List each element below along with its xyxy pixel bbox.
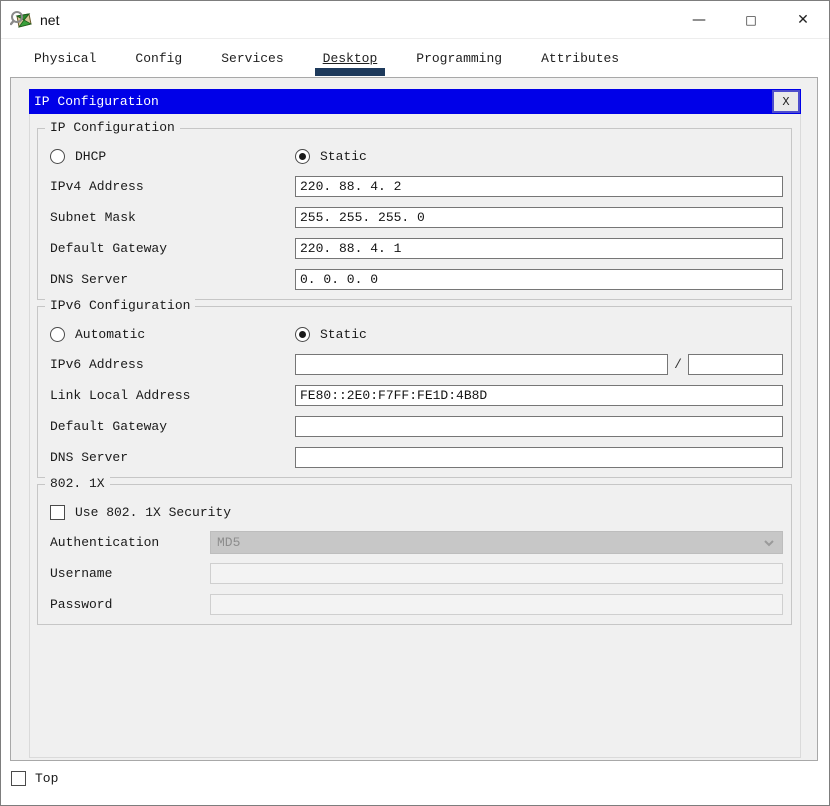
- ipv6-dns-server-label: DNS Server: [50, 450, 295, 465]
- prefix-separator: /: [668, 357, 688, 372]
- checkbox-unchecked-icon[interactable]: [50, 505, 65, 520]
- maximize-button[interactable]: □: [725, 1, 777, 39]
- ipv6-address-input[interactable]: [295, 354, 668, 375]
- ip-configuration-group: IP Configuration DHCP Static IPv4 Addres…: [37, 128, 792, 300]
- ipv6-prefix-input[interactable]: [688, 354, 783, 375]
- ipv6-static-radio[interactable]: Static: [295, 327, 367, 342]
- use-dot1x-security-checkbox[interactable]: Use 802. 1X Security: [50, 505, 231, 520]
- subnet-mask-input[interactable]: [295, 207, 783, 228]
- authentication-dropdown[interactable]: MD5: [210, 531, 783, 554]
- tab-services[interactable]: Services: [218, 49, 286, 68]
- password-label: Password: [50, 597, 210, 612]
- password-row: Password: [46, 589, 783, 620]
- ipv6-mode-row: Automatic Static: [46, 319, 783, 349]
- window-title: net: [40, 12, 59, 28]
- group-title: IP Configuration: [45, 120, 180, 135]
- default-gateway-row: Default Gateway: [46, 233, 783, 264]
- username-label: Username: [50, 566, 210, 581]
- group-title: IPv6 Configuration: [45, 298, 195, 313]
- dns-server-row: DNS Server: [46, 264, 783, 295]
- chevron-down-icon: [762, 536, 776, 550]
- window-controls: — □ ✕: [673, 1, 829, 39]
- password-input[interactable]: [210, 594, 783, 615]
- dialog-title-bar: IP Configuration X: [29, 89, 801, 114]
- authentication-label: Authentication: [50, 535, 210, 550]
- authentication-value: MD5: [217, 535, 240, 550]
- ip-configuration-dialog: IP Configuration X IP Configuration DHCP: [29, 89, 801, 758]
- radio-checked-icon[interactable]: [295, 327, 310, 342]
- tab-bar: Physical Config Services Desktop Program…: [1, 39, 829, 77]
- packet-tracer-icon: [10, 10, 32, 30]
- top-checkbox[interactable]: [11, 771, 26, 786]
- username-input[interactable]: [210, 563, 783, 584]
- default-gateway-label: Default Gateway: [50, 241, 295, 256]
- close-button[interactable]: ✕: [777, 1, 829, 39]
- dialog-close-button[interactable]: X: [772, 90, 800, 113]
- authentication-row: Authentication MD5: [46, 527, 783, 558]
- dialog-title: IP Configuration: [34, 94, 159, 109]
- app-window: net — □ ✕ Physical Config Services Deskt…: [0, 0, 830, 806]
- tab-programming[interactable]: Programming: [413, 49, 505, 68]
- tab-physical[interactable]: Physical: [31, 49, 99, 68]
- subnet-mask-label: Subnet Mask: [50, 210, 295, 225]
- ipv6-default-gateway-row: Default Gateway: [46, 411, 783, 442]
- top-checkbox-label: Top: [35, 771, 58, 786]
- default-gateway-input[interactable]: [295, 238, 783, 259]
- ipv6-dns-server-row: DNS Server: [46, 442, 783, 473]
- ipv4-address-row: IPv4 Address: [46, 171, 783, 202]
- dns-server-input[interactable]: [295, 269, 783, 290]
- ipv4-address-label: IPv4 Address: [50, 179, 295, 194]
- ipv6-default-gateway-label: Default Gateway: [50, 419, 295, 434]
- dot1x-security-row: Use 802. 1X Security: [46, 497, 783, 527]
- tab-attributes[interactable]: Attributes: [538, 49, 622, 68]
- dhcp-radio[interactable]: DHCP: [50, 149, 295, 164]
- tab-desktop[interactable]: Desktop: [320, 49, 381, 68]
- automatic-radio[interactable]: Automatic: [50, 327, 295, 342]
- subnet-mask-row: Subnet Mask: [46, 202, 783, 233]
- tab-config[interactable]: Config: [132, 49, 185, 68]
- ipv6-configuration-group: IPv6 Configuration Automatic Static IPv6…: [37, 306, 792, 478]
- link-local-address-label: Link Local Address: [50, 388, 295, 403]
- ipv6-default-gateway-input[interactable]: [295, 416, 783, 437]
- radio-unchecked-icon[interactable]: [50, 327, 65, 342]
- dialog-body: IP Configuration DHCP Static IPv4 Addres…: [29, 114, 801, 758]
- top-checkbox-row: Top: [11, 771, 58, 786]
- link-local-address-row: Link Local Address: [46, 380, 783, 411]
- username-row: Username: [46, 558, 783, 589]
- radio-checked-icon[interactable]: [295, 149, 310, 164]
- minimize-button[interactable]: —: [673, 1, 725, 39]
- dot1x-group: 802. 1X Use 802. 1X Security Authenticat…: [37, 484, 792, 625]
- ipv6-dns-server-input[interactable]: [295, 447, 783, 468]
- title-bar: net — □ ✕: [1, 1, 829, 39]
- ipv4-address-input[interactable]: [295, 176, 783, 197]
- ipv6-address-label: IPv6 Address: [50, 357, 295, 372]
- dns-server-label: DNS Server: [50, 272, 295, 287]
- desktop-tab-panel: IP Configuration X IP Configuration DHCP: [10, 77, 818, 761]
- ipv4-mode-row: DHCP Static: [46, 141, 783, 171]
- static-radio[interactable]: Static: [295, 149, 367, 164]
- link-local-address-input[interactable]: [295, 385, 783, 406]
- radio-unchecked-icon[interactable]: [50, 149, 65, 164]
- group-title: 802. 1X: [45, 476, 110, 491]
- ipv6-address-row: IPv6 Address /: [46, 349, 783, 380]
